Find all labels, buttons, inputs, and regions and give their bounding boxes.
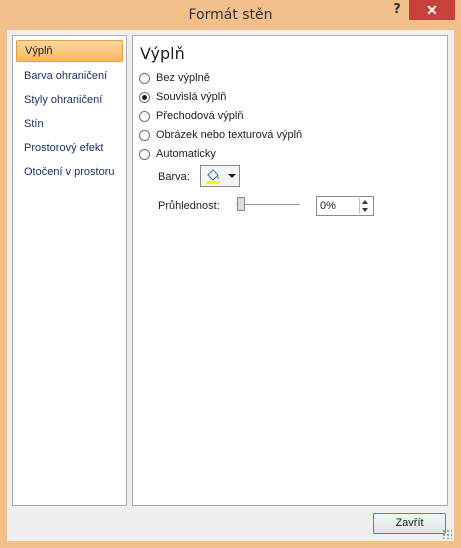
transparency-value[interactable]: 0% bbox=[320, 200, 336, 212]
help-icon[interactable]: ? bbox=[387, 2, 407, 20]
color-label: Barva: bbox=[158, 171, 190, 183]
fill-panel: Výplň Bez výplně Souvislá výplň Přechodo… bbox=[132, 35, 448, 506]
sidebar-item-3d-rotation[interactable]: Otočení v prostoru bbox=[16, 161, 123, 183]
spin-down-icon[interactable] bbox=[362, 208, 368, 212]
radio-picture-fill[interactable]: Obrázek nebo texturová výplň bbox=[139, 127, 302, 143]
color-picker-button[interactable] bbox=[200, 165, 240, 187]
format-walls-dialog: Formát stěn ? ✕ Výplň Barva ohraničení S… bbox=[0, 0, 461, 548]
transparency-label: Průhlednost: bbox=[158, 200, 220, 212]
sidebar-item-fill[interactable]: Výplň bbox=[16, 40, 123, 62]
paint-bucket-icon bbox=[206, 169, 220, 184]
sidebar-item-shadow[interactable]: Stín bbox=[16, 113, 123, 135]
radio-label: Obrázek nebo texturová výplň bbox=[156, 129, 303, 141]
sidebar-item-border-styles[interactable]: Styly ohraničení bbox=[16, 89, 123, 111]
spin-up-icon[interactable] bbox=[362, 200, 368, 204]
radio-automatic[interactable]: Automaticky bbox=[139, 146, 216, 162]
transparency-spinner[interactable]: 0% bbox=[316, 196, 374, 216]
sidebar-item-border-color[interactable]: Barva ohraničení bbox=[16, 65, 123, 87]
radio-label: Souvislá výplň bbox=[156, 91, 227, 103]
close-icon[interactable]: ✕ bbox=[409, 0, 455, 20]
radio-label: Automaticky bbox=[156, 148, 216, 160]
category-list: Výplň Barva ohraničení Styly ohraničení … bbox=[12, 35, 127, 506]
resize-grip[interactable] bbox=[442, 529, 452, 539]
title-bar[interactable]: Formát stěn ? ✕ bbox=[0, 0, 461, 30]
transparency-slider-track[interactable] bbox=[236, 204, 300, 205]
radio-button[interactable] bbox=[139, 148, 150, 160]
radio-solid-fill[interactable]: Souvislá výplň bbox=[139, 89, 226, 105]
section-title: Výplň bbox=[140, 44, 185, 63]
sidebar-item-3d-format[interactable]: Prostorový efekt bbox=[16, 137, 123, 159]
dialog-client-area: Výplň Barva ohraničení Styly ohraničení … bbox=[7, 30, 454, 541]
close-button[interactable]: Zavřít bbox=[373, 513, 446, 534]
radio-label: Bez výplně bbox=[156, 72, 210, 84]
radio-label: Přechodová výplň bbox=[156, 110, 244, 122]
radio-button[interactable] bbox=[139, 110, 150, 122]
dropdown-arrow-icon bbox=[228, 174, 236, 178]
radio-button[interactable] bbox=[139, 129, 150, 141]
spin-buttons bbox=[359, 198, 372, 214]
radio-gradient-fill[interactable]: Přechodová výplň bbox=[139, 108, 243, 124]
transparency-slider-thumb[interactable] bbox=[237, 197, 245, 211]
radio-button[interactable] bbox=[139, 72, 150, 84]
radio-no-fill[interactable]: Bez výplně bbox=[139, 70, 210, 86]
radio-button[interactable] bbox=[139, 91, 150, 103]
